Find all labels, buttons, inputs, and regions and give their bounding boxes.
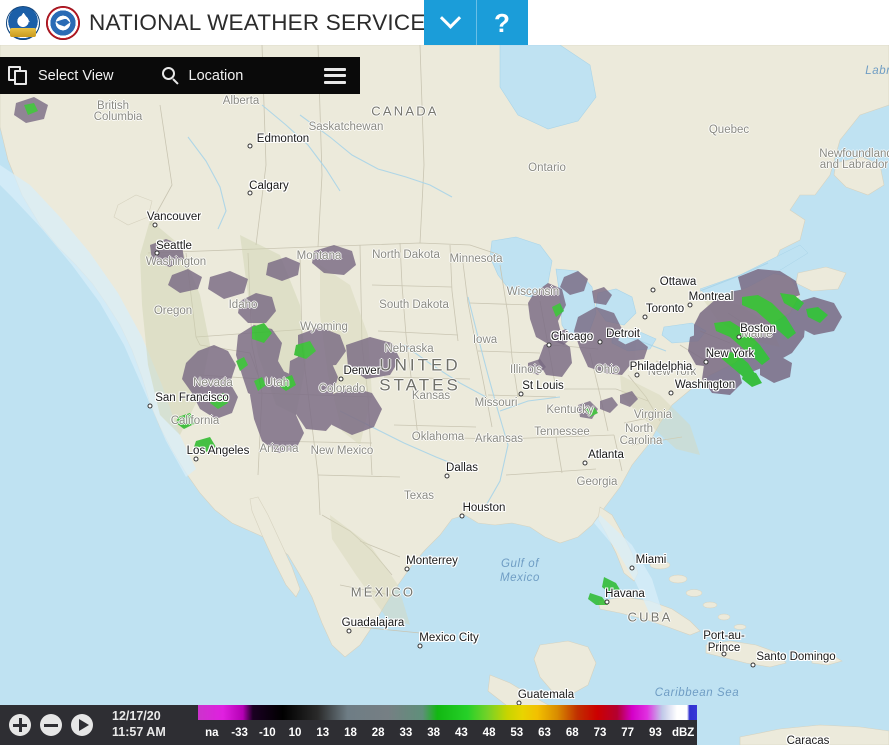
header-button-group: ? xyxy=(424,0,528,45)
dbz-tick-38: 38 xyxy=(427,726,441,739)
radar-timestamp: 12/17/20 11:57 AM xyxy=(112,709,166,740)
dbz-tick-93: 93 xyxy=(649,726,662,739)
help-button[interactable]: ? xyxy=(476,0,528,45)
playback-controls: 12/17/20 11:57 AM xyxy=(0,705,198,745)
noaa-logo[interactable] xyxy=(6,5,40,40)
dbz-tick--10: -10 xyxy=(258,726,276,739)
select-view-label: Select View xyxy=(38,67,114,84)
dbz-tick--33: -33 xyxy=(231,726,248,739)
map-toolbar: Select View Location xyxy=(0,57,360,94)
zoom-in-button[interactable] xyxy=(9,714,31,736)
dbz-tick-13: 13 xyxy=(316,726,330,739)
map-basemap xyxy=(0,45,889,745)
layers-icon xyxy=(8,65,28,86)
brand-title: NATIONAL WEATHER SERVICE xyxy=(89,9,426,35)
radar-map[interactable]: CANADA MÉXICO CUBA UNITED STATES British Colum… xyxy=(0,45,889,745)
question-mark-icon: ? xyxy=(494,7,510,38)
select-view-button[interactable]: Select View xyxy=(0,57,114,94)
dbz-tick-dbz: dBZ xyxy=(671,726,695,739)
agency-logos xyxy=(0,5,80,40)
dbz-tick-43: 43 xyxy=(454,726,468,739)
search-icon xyxy=(161,66,180,85)
dbz-tick-10: 10 xyxy=(288,726,302,739)
menu-icon[interactable] xyxy=(324,67,346,84)
location-button[interactable]: Location xyxy=(161,57,244,94)
radar-time: 11:57 AM xyxy=(112,725,166,739)
zoom-out-button[interactable] xyxy=(40,714,62,736)
nws-logo[interactable] xyxy=(46,5,80,40)
dbz-tick-77: 77 xyxy=(621,726,635,739)
dbz-tick-68: 68 xyxy=(565,726,579,739)
play-button[interactable] xyxy=(71,714,93,736)
dbz-tick-48: 48 xyxy=(482,726,496,739)
dbz-color-bar xyxy=(198,705,697,720)
chevron-down-icon xyxy=(439,7,461,29)
dbz-tick-33: 33 xyxy=(399,726,413,739)
site-header: NATIONAL WEATHER SERVICE | Radar ? xyxy=(0,0,889,45)
dbz-tick-63: 63 xyxy=(538,726,551,739)
location-label: Location xyxy=(188,67,244,84)
dbz-legend: na -33 -10 10 13 18 28 33 38 43 48 53 63 68 73 77 93 dBZ xyxy=(198,705,697,745)
dbz-tick-labels: na -33 -10 10 13 18 28 33 38 43 48 53 63 68 73 77 93 dBZ xyxy=(198,720,697,745)
dbz-tick-53: 53 xyxy=(510,726,524,739)
dbz-tick-18: 18 xyxy=(344,726,357,739)
dbz-tick-28: 28 xyxy=(371,726,385,739)
radar-date: 12/17/20 xyxy=(112,709,161,724)
dropdown-toggle-button[interactable] xyxy=(424,0,476,45)
map-bottom-bar: 12/17/20 11:57 AM na -33 -10 10 13 18 28 33 38 43… xyxy=(0,705,697,745)
dbz-tick-73: 73 xyxy=(593,726,607,739)
radar-app: NATIONAL WEATHER SERVICE | Radar ? xyxy=(0,0,889,745)
site-brand: NATIONAL WEATHER SERVICE | Radar xyxy=(89,10,479,36)
dbz-tick-na: na xyxy=(205,726,219,739)
